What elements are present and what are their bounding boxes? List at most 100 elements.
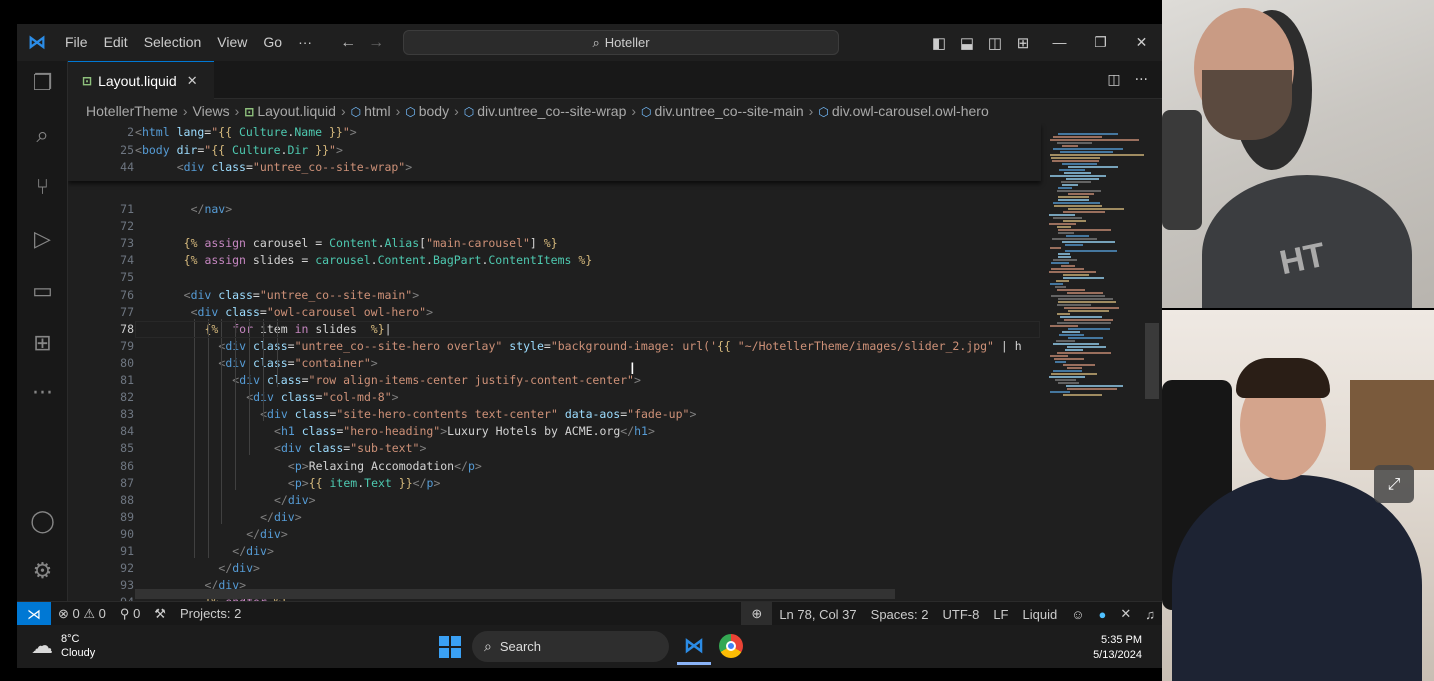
menu-more[interactable]: ··· <box>290 24 320 61</box>
minimap-line <box>1050 175 1106 177</box>
remote-indicator-icon[interactable]: ⋊ <box>17 601 51 626</box>
horizontal-scrollbar[interactable] <box>135 589 895 599</box>
toggle-primary-sidebar-icon[interactable]: ◧ <box>925 34 953 52</box>
split-editor-icon[interactable]: ◫ <box>1107 72 1120 88</box>
minimap-line <box>1065 244 1083 246</box>
cursor-position[interactable]: Ln 78, Col 37 <box>772 607 863 622</box>
minimap-line <box>1067 292 1103 294</box>
remote-explorer-icon[interactable]: ▭ <box>17 279 68 304</box>
taskbar-chrome-icon[interactable] <box>719 634 743 658</box>
minimap-line <box>1057 190 1101 192</box>
zoom-icon[interactable]: ⊕ <box>741 602 773 626</box>
line-number: 92 <box>120 561 134 576</box>
breadcrumb-separator-icon: › <box>395 103 401 119</box>
indentation[interactable]: Spaces: 2 <box>864 607 936 622</box>
breadcrumb-item[interactable]: ⬡ body <box>405 103 449 119</box>
element-icon: ⬡ <box>463 105 475 119</box>
tab-close-icon[interactable]: ✕ <box>187 73 198 89</box>
projects-indicator[interactable]: Projects: 2 <box>173 606 248 621</box>
language-mode[interactable]: Liquid <box>1016 607 1065 622</box>
minimap-line <box>1059 169 1085 171</box>
customize-layout-icon[interactable]: ⊞ <box>1009 34 1037 52</box>
element-icon: ⬡ <box>350 105 362 119</box>
restore-icon[interactable]: ❐ <box>1080 24 1121 61</box>
minimap-line <box>1068 310 1109 312</box>
menu-view[interactable]: View <box>209 24 255 61</box>
toggle-panel-icon[interactable]: ⬓ <box>953 34 981 52</box>
minimap-line <box>1051 373 1097 375</box>
minimap-line <box>1050 325 1078 327</box>
code-line: <div class="untree_co--site-wrap"> <box>176 160 413 174</box>
minimap[interactable] <box>1041 123 1162 601</box>
minimap-line <box>1058 298 1113 300</box>
breadcrumb-item[interactable]: HotellerTheme <box>86 103 178 119</box>
notifications-bell-icon[interactable]: ♫ <box>1138 607 1162 622</box>
back-arrow-icon[interactable]: ← <box>334 34 362 52</box>
breadcrumb-label: HotellerTheme <box>86 103 178 119</box>
settings-gear-icon[interactable]: ⚙ <box>17 559 68 584</box>
forward-arrow-icon[interactable]: → <box>362 34 390 52</box>
menu-file[interactable]: File <box>57 24 96 61</box>
more-views-icon[interactable]: ··· <box>17 381 68 406</box>
close-status-icon[interactable]: ✕ <box>1113 606 1138 622</box>
breadcrumb-label: Layout.liquid <box>257 103 336 119</box>
minimap-slider[interactable] <box>1145 323 1159 399</box>
code-line: </div> <box>274 492 316 507</box>
breadcrumb-item[interactable]: ⬡ div.untree_co--site-main <box>641 103 804 119</box>
command-center[interactable]: ⌕ Hoteller <box>403 30 839 55</box>
expand-video-icon[interactable]: ⤢ <box>1374 465 1414 503</box>
search-view-icon[interactable]: ⌕ <box>17 123 68 148</box>
minimap-line <box>1065 250 1117 252</box>
problems-indicator[interactable]: ⊗ 0 ⚠ 0 <box>51 606 113 622</box>
line-number: 88 <box>120 492 134 507</box>
accounts-icon[interactable]: ◯ <box>17 509 68 534</box>
minimap-line <box>1056 340 1075 342</box>
minimap-line <box>1050 355 1068 357</box>
system-clock[interactable]: 5:35 PM 5/13/2024 <box>1093 633 1142 663</box>
taskbar-search[interactable]: ⌕ Search <box>472 631 669 662</box>
toggle-secondary-sidebar-icon[interactable]: ◫ <box>981 34 1009 52</box>
end-of-line[interactable]: LF <box>986 607 1015 622</box>
windows-start-icon[interactable] <box>439 636 461 658</box>
more-actions-icon[interactable]: ··· <box>1135 72 1148 88</box>
menu-selection[interactable]: Selection <box>136 24 210 61</box>
breadcrumb-item[interactable]: Views <box>193 103 230 119</box>
ports-indicator[interactable]: ⚲ 0 <box>113 606 147 622</box>
minimap-line <box>1057 226 1071 228</box>
code-line: </div> <box>218 561 260 576</box>
menu-edit[interactable]: Edit <box>96 24 136 61</box>
copilot-icon[interactable]: ☺ <box>1064 607 1091 622</box>
breadcrumb-item[interactable]: ⬡ div.untree_co--site-wrap <box>464 103 627 119</box>
breadcrumb-item[interactable]: ⬡ div.owl-carousel.owl-hero <box>818 103 988 119</box>
webcam-feed-1: HT <box>1162 0 1434 308</box>
tab-layout-liquid[interactable]: ⊡ Layout.liquid ✕ <box>68 61 214 99</box>
tools-icon[interactable]: ⚒ <box>147 606 173 622</box>
extensions-icon[interactable]: ⊞ <box>17 331 68 356</box>
close-window-icon[interactable]: ✕ <box>1121 24 1162 61</box>
minimap-line <box>1066 235 1089 237</box>
sticky-scroll[interactable]: 2 <html lang="{{ Culture.Name }}"> 25 <body… <box>68 123 1041 181</box>
breadcrumb-item[interactable]: ⬡ html <box>351 103 391 119</box>
minimap-line <box>1058 256 1071 258</box>
search-icon: ⌕ <box>484 638 492 654</box>
minimize-icon[interactable]: — <box>1039 24 1080 61</box>
layout-controls: ◧ ⬓ ◫ ⊞ <box>925 24 1037 61</box>
encoding[interactable]: UTF-8 <box>935 607 986 622</box>
breadcrumb-separator-icon: › <box>340 103 346 119</box>
source-control-icon[interactable]: ⑂ <box>17 175 68 200</box>
run-debug-icon[interactable]: ▷ <box>17 227 68 252</box>
code-line: <div class="owl-carousel owl-hero"> <box>190 304 433 319</box>
breadcrumb-item[interactable]: ⊡ Layout.liquid <box>244 103 336 119</box>
weather-widget[interactable]: ☁ 8°C Cloudy <box>31 632 95 660</box>
minimap-line <box>1055 361 1066 363</box>
code-editor[interactable]: 2 <html lang="{{ Culture.Name }}"> 25 <body… <box>68 123 1162 601</box>
taskbar-vscode-icon[interactable]: ⋈ <box>677 629 711 665</box>
line-number: 44 <box>120 160 134 174</box>
droplet-icon[interactable]: ● <box>1091 607 1113 622</box>
minimap-line <box>1049 214 1075 216</box>
menu-go[interactable]: Go <box>255 24 290 61</box>
minimap-line <box>1057 142 1092 144</box>
code-line: </div> <box>260 509 302 524</box>
explorer-icon[interactable]: ❐ <box>17 71 68 96</box>
minimap-line <box>1062 163 1097 165</box>
